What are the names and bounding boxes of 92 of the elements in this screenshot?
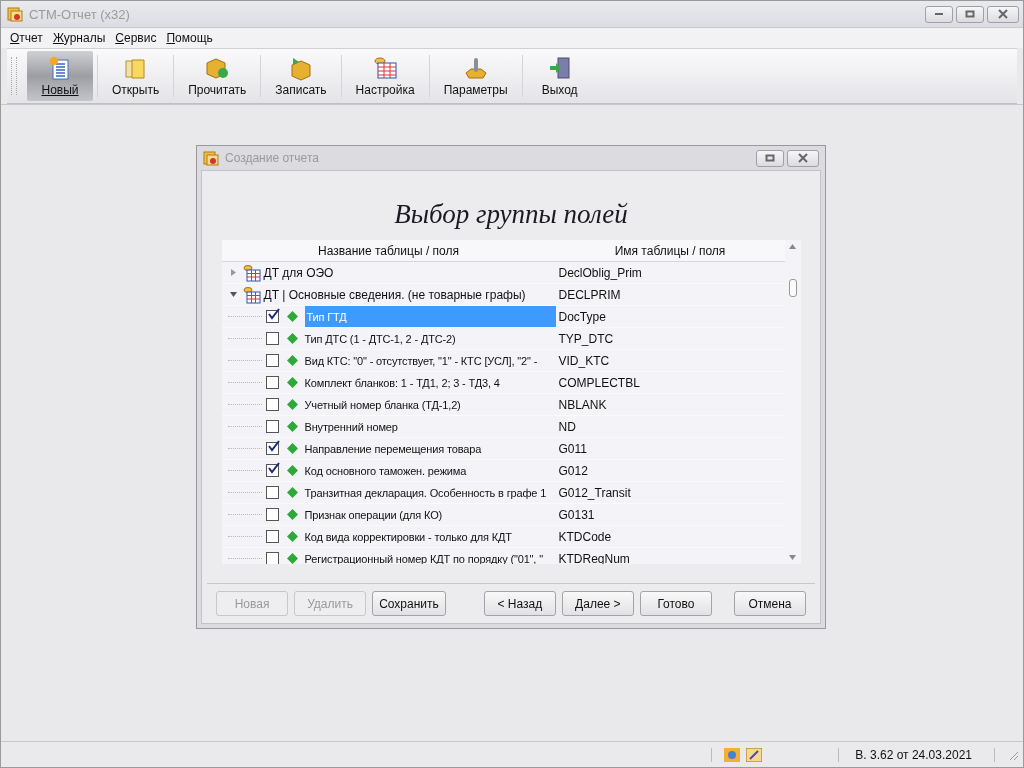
version-label: В. 3.62 от 24.03.2021 [855, 747, 972, 762]
checkbox[interactable] [265, 530, 279, 543]
column-header[interactable]: Имя таблицы / поля [555, 243, 785, 258]
diamond-icon [286, 531, 298, 542]
diamond-icon [286, 509, 298, 520]
dialog-title: Создание отчета [225, 151, 319, 165]
table-cell-text: G012 [557, 463, 589, 478]
menu-item[interactable]: Сервис [115, 31, 157, 45]
table-icon [372, 55, 399, 81]
toolbar-button[interactable]: Новый [27, 51, 93, 101]
dialog-button[interactable]: < Назад [483, 591, 556, 616]
table-cell-text: VID_KTC [557, 353, 611, 368]
maximize-icon [965, 9, 975, 19]
tree-item[interactable]: Вид КТС: "0" - отсутствует, "1" - КТС [УСЛ], "2" - [304, 350, 556, 371]
checkbox[interactable] [265, 552, 279, 564]
tree-item[interactable]: Код основного таможен. режима [304, 460, 556, 481]
checkbox[interactable] [265, 332, 279, 345]
diamond-icon [286, 553, 298, 564]
tree-item[interactable]: ДТ | Основные сведения. (не товарные графы) [263, 287, 526, 302]
checkbox[interactable] [265, 508, 279, 521]
diamond-icon [286, 333, 298, 344]
maximize-button[interactable] [756, 149, 784, 167]
checkbox[interactable] [265, 376, 279, 389]
dialog-button[interactable]: Готово [639, 591, 712, 616]
tree-item[interactable]: Учетный номер бланка (ТД-1,2) [304, 394, 556, 415]
dialog-heading: Выбор группы полей [394, 199, 628, 230]
table-cell-text: COMPLECTBL [557, 375, 641, 390]
checkbox[interactable] [265, 398, 279, 411]
minimize-icon [935, 13, 943, 15]
diamond-icon [286, 421, 298, 432]
checkbox[interactable] [265, 310, 279, 323]
tree-item[interactable]: Признак операции (для КО) [304, 504, 556, 525]
menu-item[interactable]: Отчет [10, 31, 43, 45]
diamond-icon [286, 487, 298, 498]
app-icon [203, 150, 219, 166]
diamond-icon [286, 443, 298, 454]
table-cell-text: KTDCode [557, 529, 613, 544]
table-cell-text: G011 [557, 441, 588, 456]
dialog-button[interactable]: Отмена [733, 591, 806, 616]
scroll-down-arrow-icon[interactable] [789, 555, 796, 560]
close-icon [998, 9, 1008, 19]
close-button[interactable] [987, 5, 1019, 23]
app-icon [7, 6, 23, 22]
maximize-icon [765, 153, 775, 163]
diamond-icon [286, 465, 298, 476]
diamond-icon [286, 355, 298, 366]
scroll-thumb[interactable] [788, 279, 797, 297]
tree-item[interactable]: Транзитная декларация. Особенность в графе 1 [304, 482, 556, 503]
menu-item[interactable]: Помощь [166, 31, 213, 45]
menu-item[interactable]: Журналы [52, 31, 106, 45]
table-cell-text: DocType [557, 309, 607, 324]
diamond-icon [286, 399, 298, 410]
expand-arrow-icon[interactable] [229, 269, 237, 276]
minimize-button[interactable] [925, 5, 953, 23]
status-icon [724, 747, 741, 762]
checkbox[interactable] [265, 486, 279, 499]
toolbar-button[interactable]: Прочитать [178, 51, 257, 101]
diamond-icon [286, 311, 298, 322]
tree-item[interactable]: Регистрационный номер КДТ по порядку ("01", " [304, 548, 556, 564]
toolbar-button[interactable]: Выход [526, 51, 593, 101]
tree-item[interactable]: Внутренний номер [304, 416, 556, 437]
status-icon [746, 747, 763, 762]
table-cell-text: DECLPRIM [557, 287, 622, 302]
diamond-icon [286, 377, 298, 388]
checkbox[interactable] [265, 464, 279, 477]
toolbar-button[interactable]: Настройка [345, 51, 425, 101]
collapse-arrow-icon[interactable] [229, 291, 237, 298]
tree-item[interactable]: ДТ для ОЭО [263, 265, 334, 280]
toolbar-button[interactable]: Записать [265, 51, 337, 101]
dialog-button[interactable]: Сохранить [372, 591, 446, 616]
tree-item[interactable]: Код вида корректировки - только для КДТ [304, 526, 556, 547]
close-button[interactable] [787, 149, 819, 167]
scroll-up-arrow-icon[interactable] [789, 244, 796, 249]
checkbox[interactable] [265, 354, 279, 367]
table-cell-text: ND [557, 419, 577, 434]
table-cell-text: DeclOblig_Prim [557, 265, 643, 280]
tree-item[interactable]: Направление перемещения товара [304, 438, 556, 459]
table-cell-text: NBLANK [557, 397, 608, 412]
table-cell-text: G012_Transit [557, 485, 632, 500]
toolbar-button[interactable]: Параметры [433, 51, 518, 101]
maximize-button[interactable] [956, 5, 984, 23]
table-cell-text: TYP_DTC [557, 331, 615, 346]
window-title: СТМ-Отчет (x32) [29, 6, 130, 22]
checkbox[interactable] [265, 420, 279, 433]
table-cell-text: G0131 [557, 507, 596, 522]
tree-item[interactable]: Тип ДТС (1 - ДТС-1, 2 - ДТС-2) [304, 328, 556, 349]
dialog-button[interactable]: Далее > [561, 591, 634, 616]
column-header[interactable]: Название таблицы / поля [221, 243, 556, 258]
toolbar-button[interactable]: Открыть [102, 51, 170, 101]
checkbox[interactable] [265, 442, 279, 455]
tree-item[interactable]: Комплект бланков: 1 - ТД1, 2; 3 - ТД3, 4 [304, 372, 556, 393]
close-icon [798, 153, 808, 163]
